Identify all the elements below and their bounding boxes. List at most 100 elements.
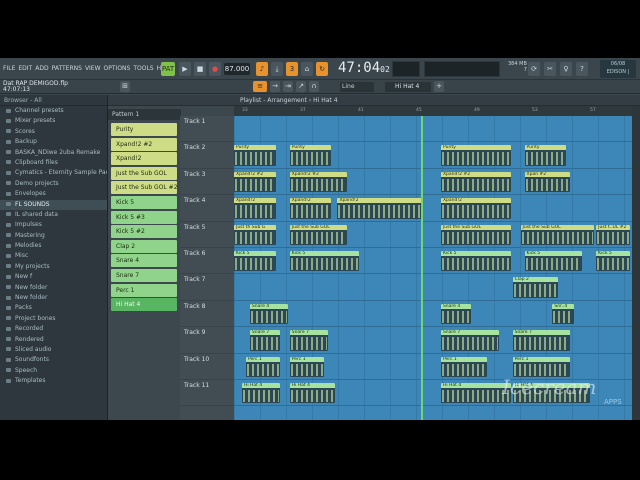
pattern-clip[interactable]: Xpand!2 — [337, 198, 424, 219]
current-pattern-label[interactable]: Pattern 1 — [108, 109, 181, 120]
magnet-icon[interactable]: ∩ — [309, 81, 319, 92]
menu-patterns[interactable]: PATTERNS — [52, 65, 82, 72]
browser-item[interactable]: Cymatics - Eternity Sample Pack — [0, 168, 107, 178]
playhead[interactable] — [421, 116, 423, 420]
track-label[interactable]: Track 6 — [180, 248, 234, 275]
pattern-clip[interactable]: Just the Sub GOL — [520, 224, 595, 245]
browser-item[interactable]: Templates — [0, 376, 107, 386]
loop-record-icon[interactable]: ↻ — [316, 62, 328, 76]
browser-item[interactable]: Mastering — [0, 231, 107, 241]
pattern-clip[interactable]: Snare 7 — [289, 330, 328, 351]
pattern-clip[interactable]: Just the Sub GOL — [440, 224, 511, 245]
track-lane[interactable] — [234, 274, 632, 301]
track-label[interactable]: Track 11 — [180, 380, 234, 407]
metronome-icon[interactable]: ♪ — [256, 62, 268, 76]
pattern-item[interactable]: Perc 1 — [111, 283, 177, 297]
browser-item[interactable]: Demo projects — [0, 179, 107, 189]
menu-options[interactable]: OPTIONS — [104, 65, 131, 72]
pattern-clip[interactable]: Snare 7 — [249, 330, 280, 351]
pattern-selector[interactable]: Hi Hat 4 — [385, 82, 431, 92]
browser-item[interactable]: IL shared data — [0, 210, 107, 220]
pattern-clip[interactable]: Xpand!2 #2 — [234, 171, 276, 193]
track-label[interactable]: Track 3 — [180, 169, 234, 196]
pattern-clip[interactable]: Snare 4 — [249, 303, 288, 325]
slide-icon[interactable]: ↗ — [296, 81, 306, 92]
pattern-clip[interactable]: Xpand!2 #2 — [440, 171, 511, 193]
arrow-right-icon[interactable]: → — [270, 81, 280, 92]
play-button[interactable]: ▶ — [179, 62, 191, 76]
step-icon[interactable]: ⇥ — [283, 81, 293, 92]
pat-song-toggle[interactable]: PAT — [161, 62, 175, 76]
pattern-clip[interactable]: Kick 5 — [596, 251, 630, 272]
pattern-clip[interactable]: Perc 1 — [440, 356, 487, 377]
menu-view[interactable]: VIEW — [85, 65, 101, 72]
pattern-clip[interactable]: Hi Hat 4 — [289, 383, 336, 404]
pattern-clip[interactable]: Xpand!2 — [289, 198, 332, 219]
refresh-icon[interactable]: ⟳ — [528, 62, 540, 76]
menu-tools[interactable]: TOOLS — [133, 65, 153, 72]
pattern-clip[interactable]: Clap 2 — [512, 277, 559, 298]
browser-item[interactable]: Sliced audio — [0, 345, 107, 355]
browser-item[interactable]: My projects — [0, 262, 107, 272]
menu-add[interactable]: ADD — [35, 65, 48, 72]
track-label[interactable]: Track 10 — [180, 354, 234, 380]
blend-notes-icon[interactable]: ⌂ — [301, 62, 313, 76]
pattern-clip[interactable]: Xpand!2 #2 — [289, 171, 348, 193]
pattern-clip[interactable]: Perc 1 — [245, 356, 280, 377]
track-label[interactable]: Track 9 — [180, 327, 234, 354]
pattern-item[interactable]: Hi Hat 4 — [111, 298, 177, 312]
pattern-clip[interactable]: Snare 7 — [512, 330, 571, 351]
pattern-clip[interactable]: Hi Hat 4 — [440, 383, 511, 404]
microphone-icon[interactable]: ♀ — [560, 62, 572, 76]
pattern-clip[interactable]: Xpand!2 — [234, 198, 276, 219]
countdown-icon[interactable]: 3 — [286, 62, 298, 76]
pattern-clip[interactable]: Snare 4 — [440, 303, 471, 325]
browser-item[interactable]: Melodies — [0, 241, 107, 251]
pattern-item[interactable]: Snare 4 — [111, 254, 177, 268]
song-position-display[interactable]: 47:0402 — [338, 60, 390, 76]
playlist-scrollbar[interactable] — [632, 106, 640, 420]
browser-item[interactable]: Soundfonts — [0, 355, 107, 365]
cut-icon[interactable]: ✂ — [544, 62, 556, 76]
pattern-clip[interactable]: Perc 1 — [512, 356, 571, 377]
browser-item[interactable]: New folder — [0, 293, 107, 303]
edison-panel[interactable]: 06/08 EDISON | — [600, 60, 636, 78]
pattern-clip[interactable]: Xpan #2 — [524, 171, 571, 193]
pattern-item[interactable]: Xpand!2 — [111, 152, 177, 166]
pattern-clip[interactable]: Kick 5 — [440, 251, 511, 272]
pattern-clip[interactable]: Purity — [524, 145, 567, 166]
pattern-clip[interactable]: Purity — [289, 145, 332, 166]
pattern-clip[interactable]: Just t..UL #2 — [596, 224, 630, 245]
question-icon[interactable]: ? — [576, 62, 588, 76]
pattern-item[interactable]: Kick 5 #2 — [111, 225, 177, 239]
pattern-clip[interactable]: Kick 5 — [289, 251, 360, 272]
browser-item[interactable]: Misc — [0, 251, 107, 261]
browser-item[interactable]: Project bones — [0, 314, 107, 324]
pattern-item[interactable]: Purity — [111, 123, 177, 136]
browser-item[interactable]: Clipboard files — [0, 158, 107, 168]
track-lane[interactable] — [234, 116, 632, 143]
pattern-clip[interactable]: Kick 5 — [524, 251, 583, 272]
browser-item[interactable]: Impulses — [0, 220, 107, 230]
pattern-clip[interactable]: Snare 7 — [440, 330, 499, 351]
track-label[interactable]: Track 8 — [180, 301, 234, 328]
track-label[interactable]: Track 7 — [180, 274, 234, 301]
track-label[interactable]: Track 5 — [180, 222, 234, 248]
browser-item[interactable]: Packs — [0, 303, 107, 313]
browser-item[interactable]: Speech — [0, 366, 107, 376]
stop-button[interactable]: ■ — [194, 62, 206, 76]
pattern-clip[interactable]: Xpand!2 — [440, 198, 511, 219]
tempo-display[interactable]: 87.000 — [224, 63, 250, 75]
record-button[interactable]: ● — [209, 62, 221, 76]
browser-item[interactable]: FL SOUNDS — [0, 199, 107, 210]
browser-item[interactable]: Envelopes — [0, 189, 107, 199]
browser-item[interactable]: BASKA_NDiwe 2uba Remake — [0, 148, 107, 158]
wait-input-icon[interactable]: ⤓ — [271, 62, 283, 76]
menu-file[interactable]: FILE — [3, 65, 15, 72]
mixer-icon[interactable]: ⊞ — [120, 81, 130, 92]
pattern-item[interactable]: Kick 5 #3 — [111, 210, 177, 224]
pattern-item[interactable]: Just the Sub GOL #2 — [111, 181, 177, 195]
pattern-item[interactable]: Xpand!2 #2 — [111, 137, 177, 151]
pattern-clip[interactable]: Kick 5 — [234, 251, 276, 272]
timeline-ruler[interactable]: 33 37 41 45 49 53 57 — [234, 106, 632, 116]
